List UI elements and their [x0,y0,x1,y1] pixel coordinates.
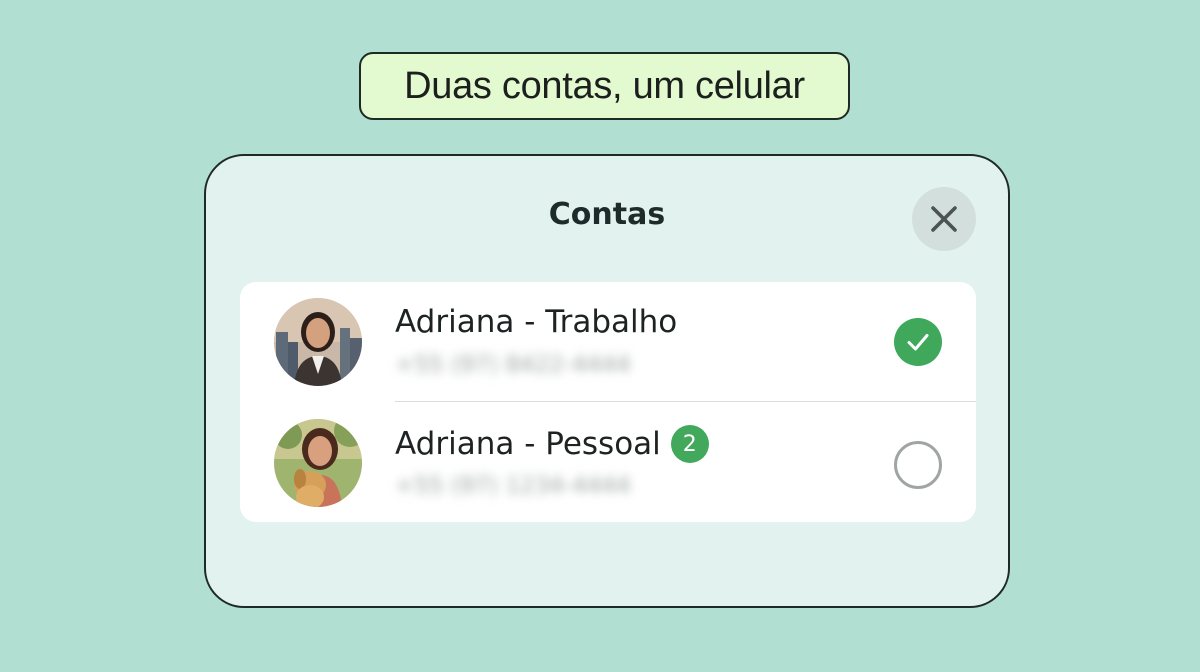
account-name-line: Adriana - Pessoal 2 [395,425,709,463]
unread-badge: 2 [670,425,709,463]
headline-text: Duas contas, um celular [404,64,805,107]
headline-banner: Duas contas, um celular [359,52,850,120]
avatar [274,419,362,507]
account-row-trabalho[interactable]: Adriana - Trabalho +55 (97) 8422-4444 [240,282,976,402]
avatar [274,298,362,386]
account-name: Adriana - Pessoal [395,426,661,462]
close-button[interactable] [912,187,976,251]
account-name-line: Adriana - Trabalho [395,304,677,340]
account-name: Adriana - Trabalho [395,304,678,340]
accounts-dialog: Contas Adriana - Trabalho +55 (97) 8422-… [204,154,1010,608]
accounts-list: Adriana - Trabalho +55 (97) 8422-4444 Ad… [240,282,976,522]
account-phone: +55 (97) 8422-4444 [395,352,631,378]
unselected-radio-icon[interactable] [894,441,942,489]
account-row-pessoal[interactable]: Adriana - Pessoal 2 +55 (97) 1234-4444 [240,403,976,521]
dialog-title: Contas [548,197,666,232]
account-phone: +55 (97) 1234-4444 [395,473,631,499]
selected-check-icon[interactable] [894,318,942,366]
row-divider [395,401,976,402]
close-icon [931,206,957,232]
